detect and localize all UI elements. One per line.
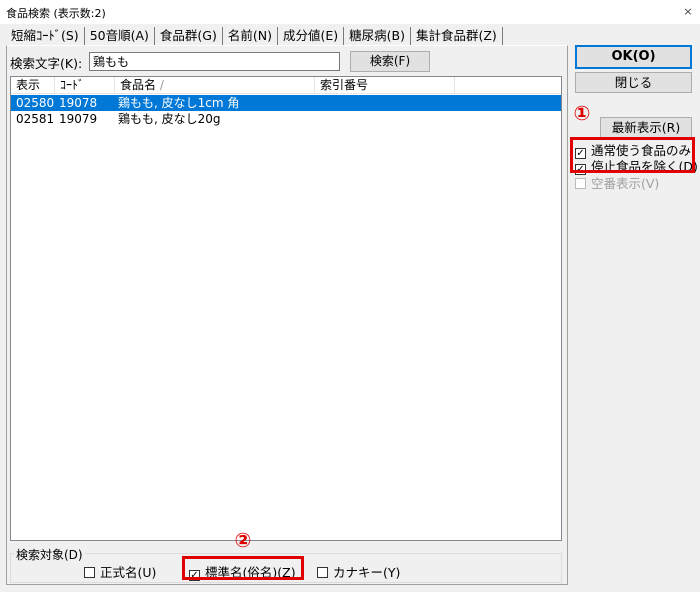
title-bar: 食品検索 (表示数:2) × (0, 0, 700, 24)
show-empty-numbers-checkbox: 空番表示(V) (575, 173, 659, 192)
annotation-marker-1: ① (573, 101, 591, 125)
highlight-box-2 (182, 556, 304, 580)
column-index-number[interactable]: 索引番号 (315, 77, 455, 94)
food-list[interactable]: 表示 ｺｰﾄﾞ 食品名 / 索引番号 02580 19078 鶏もも, 皮なし1… (10, 76, 562, 541)
checkbox-icon (84, 567, 95, 578)
tab-name[interactable]: 名前(N) (222, 27, 278, 45)
tab-summary-group[interactable]: 集計食品群(Z) (411, 27, 503, 45)
close-icon[interactable]: × (682, 6, 694, 18)
tab-short-code[interactable]: 短縮ｺｰﾄﾞ(S) (6, 27, 85, 45)
search-label: 検索文字(K): (10, 56, 83, 71)
tab-bar: 短縮ｺｰﾄﾞ(S) 50音順(A) 食品群(G) 名前(N) 成分値(E) 糖尿… (6, 26, 503, 46)
search-input[interactable] (89, 52, 340, 71)
close-button[interactable]: 閉じる (575, 72, 692, 93)
window-title: 食品検索 (表示数:2) (6, 7, 106, 20)
ok-button[interactable]: OK(O) (575, 45, 692, 69)
tab-nutrient[interactable]: 成分値(E) (278, 27, 345, 45)
checkbox-icon (317, 567, 328, 578)
tab-kana-order[interactable]: 50音順(A) (85, 27, 155, 45)
cell-display: 02581 (16, 112, 55, 126)
checkbox-icon (575, 178, 586, 189)
cell-food-name: 鶏もも, 皮なし1cm 角 (118, 96, 240, 110)
table-row[interactable]: 02581 19079 鶏もも, 皮なし20g (11, 111, 561, 127)
column-display[interactable]: 表示 (11, 77, 55, 94)
search-target-label: 検索対象(D) (14, 546, 85, 563)
highlight-box-1 (570, 137, 695, 173)
annotation-marker-2: ② (234, 528, 252, 552)
column-code[interactable]: ｺｰﾄﾞ (55, 77, 115, 94)
official-name-option[interactable]: 正式名(U) (84, 562, 156, 581)
column-food-name[interactable]: 食品名 / (115, 77, 315, 94)
sort-indicator: / (159, 78, 164, 92)
search-button[interactable]: 検索(F) (350, 51, 430, 72)
column-food-name-label: 食品名 (120, 78, 157, 92)
cell-code: 19078 (59, 96, 98, 110)
tab-food-group[interactable]: 食品群(G) (155, 27, 223, 45)
recent-display-button[interactable]: 最新表示(R) (600, 117, 692, 138)
kana-key-option[interactable]: カナキー(Y) (317, 562, 400, 581)
table-row[interactable]: 02580 19078 鶏もも, 皮なし1cm 角 (11, 95, 561, 111)
cell-food-name: 鶏もも, 皮なし20g (118, 112, 221, 126)
tab-diabetes[interactable]: 糖尿病(B) (344, 27, 411, 45)
cell-display: 02580 (16, 96, 55, 110)
cell-code: 19079 (59, 112, 98, 126)
list-header: 表示 ｺｰﾄﾞ 食品名 / 索引番号 (11, 77, 561, 94)
